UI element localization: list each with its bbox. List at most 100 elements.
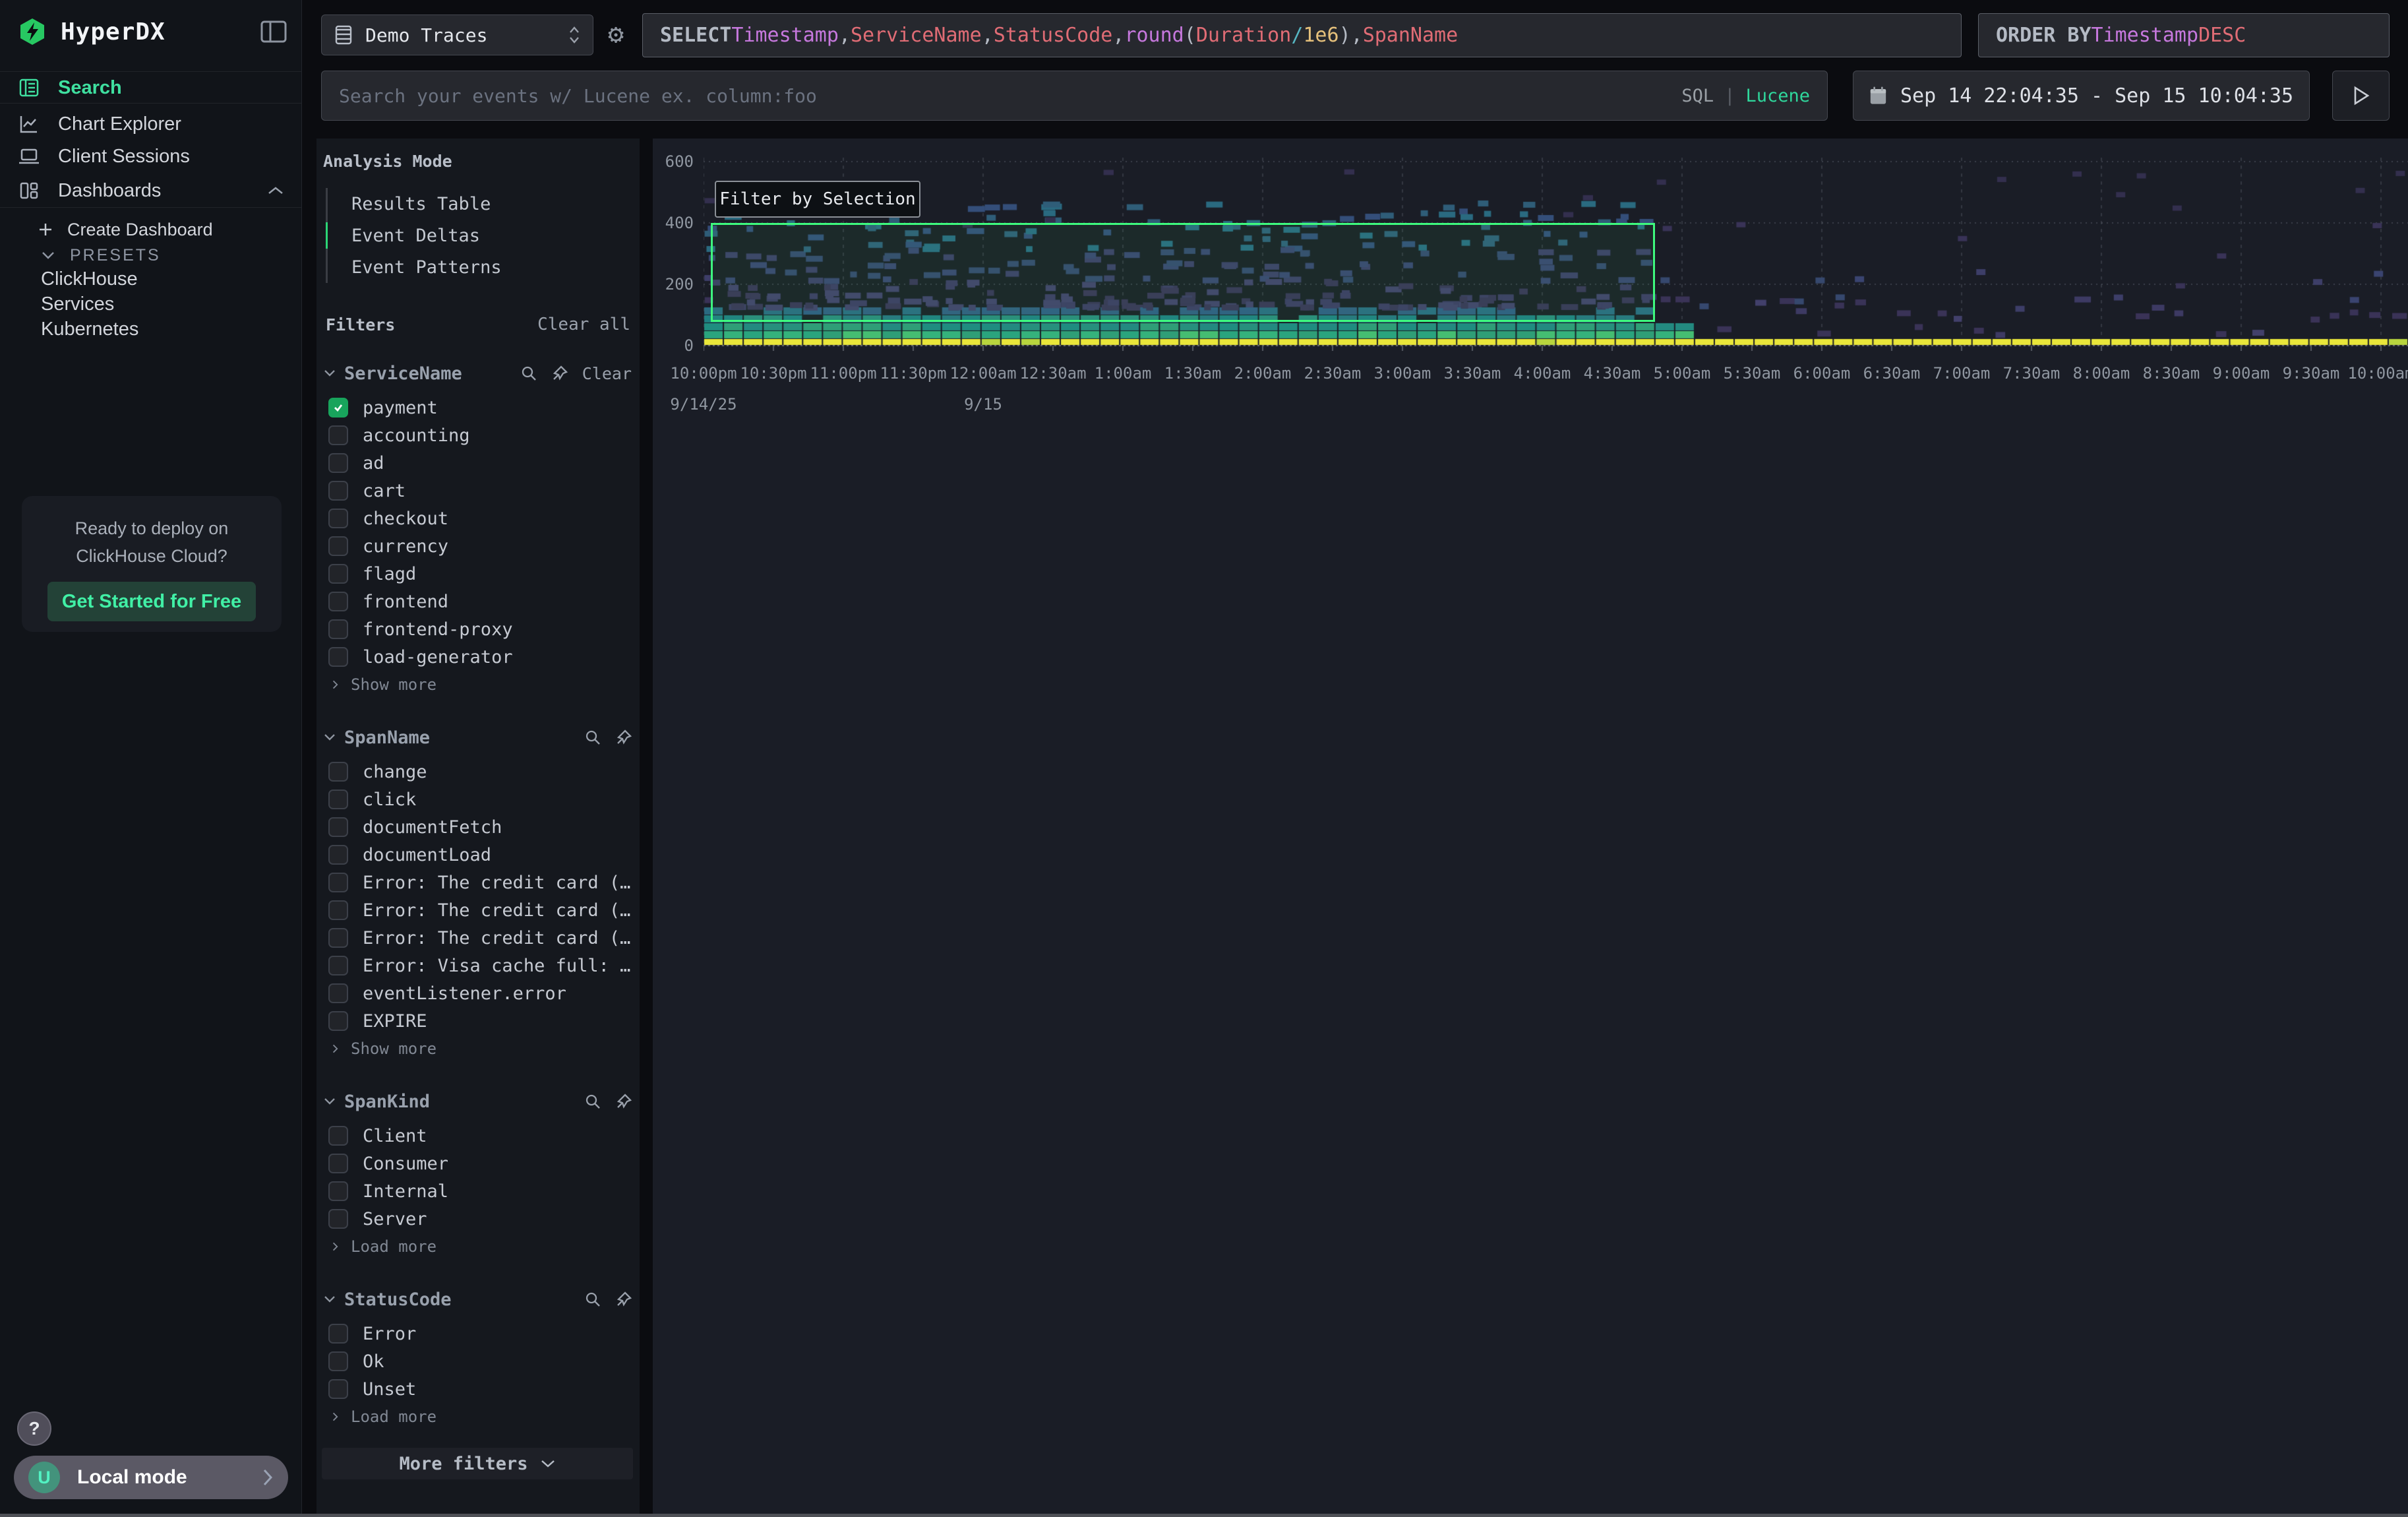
search-icon[interactable] [585, 1291, 601, 1308]
filter-option-checkbox[interactable]: accounting [322, 421, 633, 449]
chevron-down-icon[interactable] [323, 733, 336, 742]
checkbox-checked[interactable] [328, 398, 348, 418]
checkbox-unchecked[interactable] [328, 1126, 348, 1146]
source-select[interactable]: Demo Traces [321, 15, 593, 55]
checkbox-unchecked[interactable] [328, 564, 348, 584]
checkbox-unchecked[interactable] [328, 619, 348, 639]
search-icon[interactable] [585, 729, 601, 746]
filter-option-checkbox[interactable]: documentFetch [322, 813, 633, 841]
checkbox-unchecked[interactable] [328, 983, 348, 1003]
show-more-button[interactable]: Show more [322, 671, 633, 698]
filter-option-checkbox[interactable]: Error: Visa cache full: … [322, 952, 633, 979]
checkbox-unchecked[interactable] [328, 481, 348, 501]
search-icon[interactable] [521, 365, 537, 382]
sidebar-collapse-icon[interactable] [260, 20, 287, 43]
filter-option-checkbox[interactable]: currency [322, 532, 633, 560]
search-input[interactable] [339, 85, 1681, 107]
show-more-button[interactable]: Show more [322, 1035, 633, 1063]
filter-by-selection-tooltip[interactable]: Filter by Selection [715, 181, 920, 218]
filter-option-checkbox[interactable]: load-generator [322, 643, 633, 671]
checkbox-unchecked[interactable] [328, 592, 348, 611]
checkbox-unchecked[interactable] [328, 536, 348, 556]
analysis-item-event-deltas[interactable]: Event Deltas [328, 220, 633, 251]
filter-option-checkbox[interactable]: cart [322, 477, 633, 505]
checkbox-unchecked[interactable] [328, 928, 348, 948]
checkbox-unchecked[interactable] [328, 1181, 348, 1201]
filter-option-checkbox[interactable]: flagd [322, 560, 633, 588]
sidebar-item-kubernetes[interactable]: Kubernetes [0, 315, 301, 343]
filter-option-checkbox[interactable]: Ok [322, 1347, 633, 1375]
run-query-button[interactable] [2332, 71, 2390, 121]
lang-lucene-option[interactable]: Lucene [1745, 86, 1810, 106]
bottom-scrollbar[interactable] [0, 1514, 2408, 1517]
sidebar-item-services[interactable]: Services [0, 290, 301, 318]
checkbox-unchecked[interactable] [328, 1011, 348, 1031]
checkbox-unchecked[interactable] [328, 453, 348, 473]
load-more-button[interactable]: Load more [322, 1403, 633, 1431]
sidebar-item-clickhouse[interactable]: ClickHouse [0, 265, 301, 293]
checkbox-unchecked[interactable] [328, 509, 348, 528]
load-more-button[interactable]: Load more [322, 1233, 633, 1260]
checkbox-unchecked[interactable] [328, 845, 348, 865]
checkbox-unchecked[interactable] [328, 1351, 348, 1371]
checkbox-unchecked[interactable] [328, 425, 348, 445]
filter-option-checkbox[interactable]: Error: The credit card (… [322, 869, 633, 896]
filter-option-checkbox[interactable]: frontend [322, 588, 633, 615]
sidebar-item-search[interactable]: Search [0, 73, 301, 103]
help-button[interactable]: ? [17, 1411, 51, 1446]
filter-option-checkbox[interactable]: Consumer [322, 1150, 633, 1177]
filter-option-checkbox[interactable]: Unset [322, 1375, 633, 1403]
pin-icon[interactable] [552, 365, 568, 381]
clear-all-button[interactable]: Clear all [537, 315, 630, 334]
clear-group-button[interactable]: Clear [582, 364, 632, 383]
lang-sql-option[interactable]: SQL [1681, 86, 1714, 106]
filter-option-checkbox[interactable]: click [322, 786, 633, 813]
more-filters-button[interactable]: More filters [322, 1448, 633, 1479]
chart-selection-region[interactable] [711, 223, 1655, 322]
pin-icon[interactable] [616, 1094, 632, 1109]
sql-query-input[interactable]: SELECT Timestamp, ServiceName, StatusCod… [642, 13, 1962, 57]
presets-toggle[interactable]: PRESETS [0, 243, 301, 268]
checkbox-unchecked[interactable] [328, 817, 348, 837]
filter-option-checkbox[interactable]: Error: The credit card (… [322, 924, 633, 952]
filter-option-checkbox[interactable]: Error: The credit card (… [322, 896, 633, 924]
filter-option-checkbox[interactable]: eventListener.error [322, 979, 633, 1007]
time-range-picker[interactable]: Sep 14 22:04:35 - Sep 15 10:04:35 [1853, 71, 2310, 121]
checkbox-unchecked[interactable] [328, 647, 348, 667]
checkbox-unchecked[interactable] [328, 900, 348, 920]
filter-option-checkbox[interactable]: documentLoad [322, 841, 633, 869]
checkbox-unchecked[interactable] [328, 1154, 348, 1173]
filter-option-checkbox[interactable]: Server [322, 1205, 633, 1233]
chevron-down-icon[interactable] [323, 1097, 336, 1106]
chevron-up-icon[interactable] [267, 185, 284, 196]
get-started-button[interactable]: Get Started for Free [47, 582, 256, 621]
checkbox-unchecked[interactable] [328, 1209, 348, 1229]
create-dashboard-button[interactable]: Create Dashboard [0, 215, 301, 244]
filter-option-checkbox[interactable]: frontend-proxy [322, 615, 633, 643]
order-by-input[interactable]: ORDER BY Timestamp DESC [1978, 13, 2390, 57]
checkbox-unchecked[interactable] [328, 1324, 348, 1344]
pin-icon[interactable] [616, 1291, 632, 1307]
checkbox-unchecked[interactable] [328, 762, 348, 782]
chevron-down-icon[interactable] [323, 1295, 336, 1304]
analysis-item-event-patterns[interactable]: Event Patterns [328, 251, 633, 283]
local-mode-button[interactable]: U Local mode [14, 1456, 288, 1499]
gear-icon[interactable]: ⚙ [599, 17, 633, 51]
filter-option-checkbox[interactable]: Client [322, 1122, 633, 1150]
search-icon[interactable] [585, 1094, 601, 1110]
checkbox-unchecked[interactable] [328, 956, 348, 975]
filter-option-checkbox[interactable]: Error [322, 1320, 633, 1347]
sidebar-item-chart-explorer[interactable]: Chart Explorer [0, 109, 301, 139]
filter-option-checkbox[interactable]: change [322, 758, 633, 786]
pin-icon[interactable] [616, 729, 632, 745]
filter-option-checkbox[interactable]: checkout [322, 505, 633, 532]
chevron-down-icon[interactable] [323, 369, 336, 378]
filter-option-checkbox[interactable]: Internal [322, 1177, 633, 1205]
checkbox-unchecked[interactable] [328, 1379, 348, 1399]
filter-option-checkbox[interactable]: ad [322, 449, 633, 477]
checkbox-unchecked[interactable] [328, 873, 348, 892]
filter-option-checkbox[interactable]: EXPIRE [322, 1007, 633, 1035]
checkbox-unchecked[interactable] [328, 789, 348, 809]
sidebar-item-client-sessions[interactable]: Client Sessions [0, 141, 301, 171]
filter-option-checkbox[interactable]: payment [322, 394, 633, 421]
